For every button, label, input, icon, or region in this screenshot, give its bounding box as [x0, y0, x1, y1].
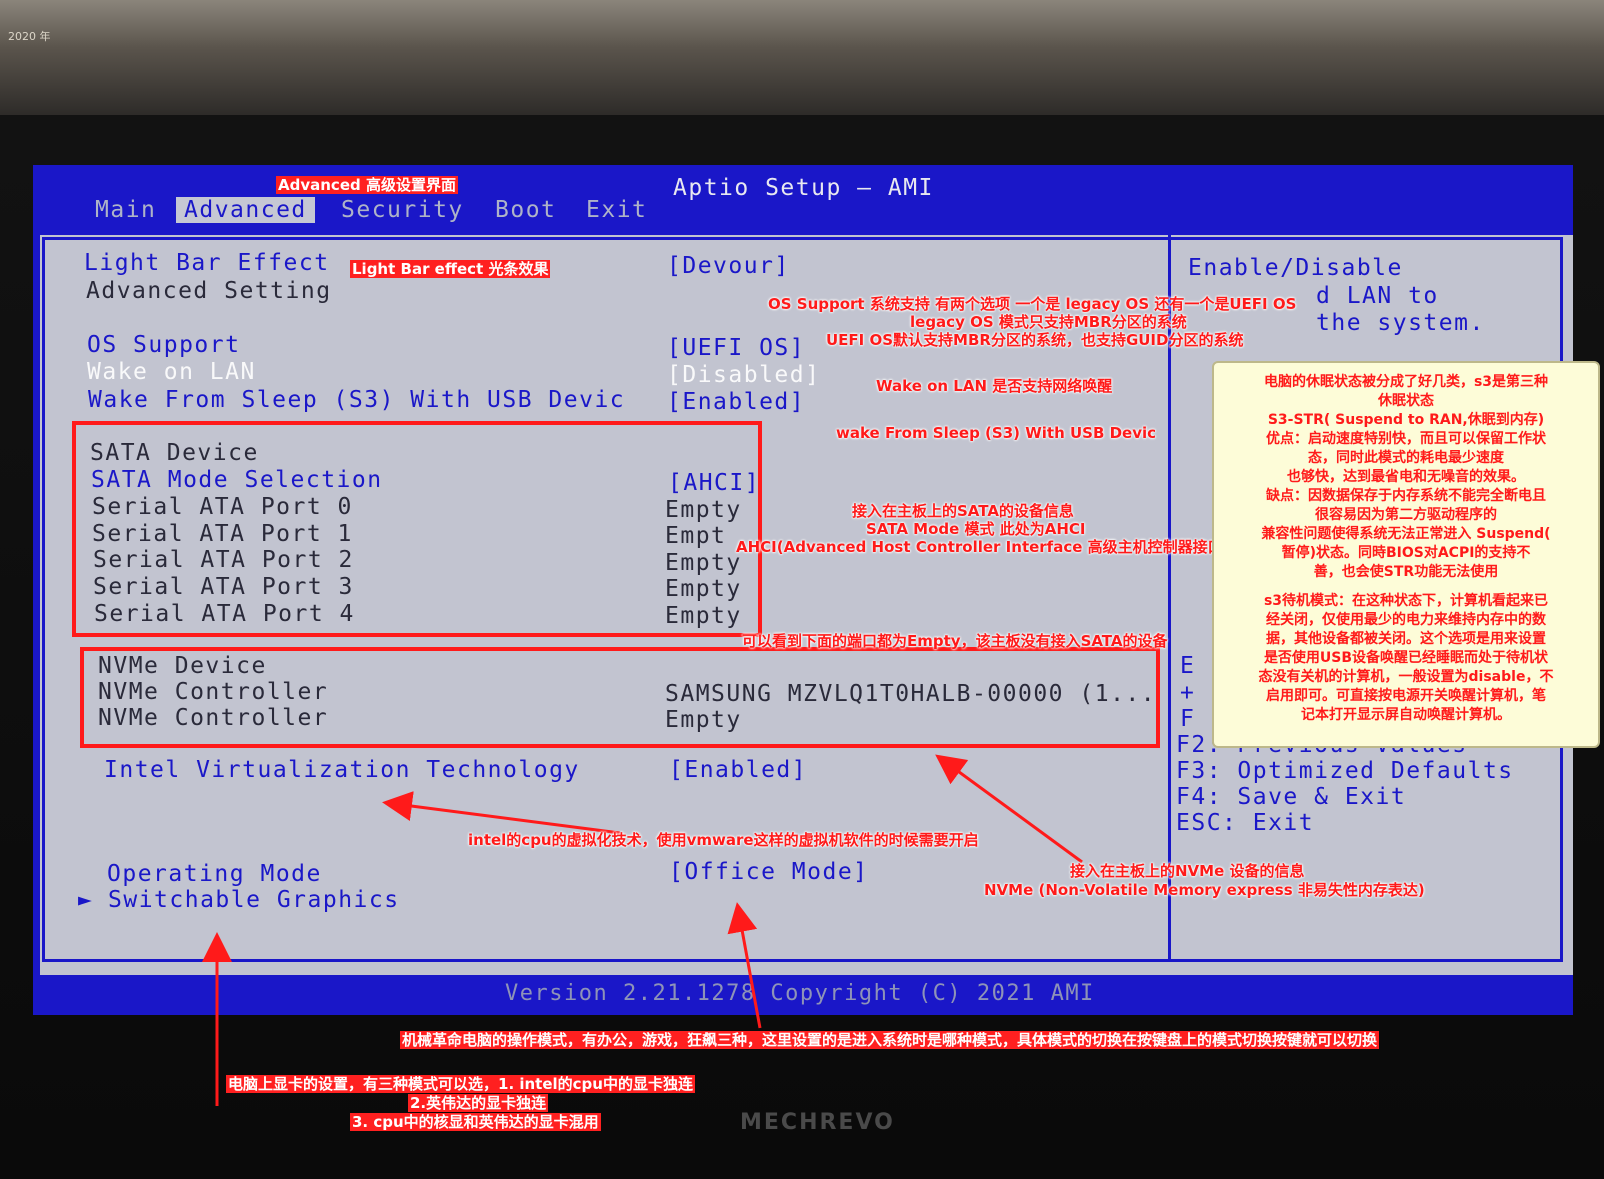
note-line: 是否使用USB设备唤醒已经睡眠而处于待机状 [1263, 650, 1549, 666]
note-line: 据，其他设备都被关闭。这个选项是用来设置 [1266, 631, 1546, 647]
note-line: 电脑的休眠状态被分成了好几类，s3是第三种 [1263, 374, 1549, 390]
vt-arrow [382, 791, 621, 835]
annotation-graphics-3-text: 3. cpu中的核显和英伟达的显卡混用 [350, 1113, 601, 1131]
note-line: 也够快，达到最省电和无噪音的效果。 [1287, 469, 1525, 485]
op-mode-arrow [727, 902, 762, 1029]
annotation-light-bar: Light Bar effect 光条效果 [350, 260, 551, 278]
note-line: 兼容性问题使得系统无法正常进入 Suspend( [1261, 526, 1551, 542]
note-spacer [1222, 582, 1590, 592]
annotation-advanced: Advanced 高级设置界面 [276, 176, 458, 194]
note-line: 态没有关机的计算机，一般设置为disable，不 [1258, 669, 1554, 685]
annotation-wake-s3: wake From Sleep (S3) With USB Devic [836, 424, 1157, 442]
note-line: 优点：启动速度特别快，而且可以保留工作状 [1266, 431, 1546, 447]
annotation-graphics-2: 2.英伟达的显卡独连 [408, 1094, 549, 1112]
annotation-advanced-text: Advanced 高级设置界面 [276, 176, 458, 194]
note-line: 善，也会使STR功能无法使用 [1313, 564, 1499, 580]
annotation-sata-3: AHCI(Advanced Host Controller Interface … [736, 538, 1230, 556]
note-line: 启用即可。可直接按电源开关唤醒计算机，笔 [1266, 688, 1546, 704]
annotation-vt: intel的cpu的虚拟化技术，使用vmware这样的虚拟机软件的时候需要开启 [468, 831, 979, 849]
annotation-graphics-3: 3. cpu中的核显和英伟达的显卡混用 [350, 1113, 601, 1131]
note-line: 缺点：因数据保存于内存系统不能完全断电且 [1266, 488, 1546, 504]
annotation-nvme-1: 接入在主板上的NVMe 设备的信息 [1070, 862, 1305, 880]
note-line: 很容易因为第二方驱动程序的 [1315, 507, 1497, 523]
annotation-sata-empty: 可以看到下面的端口都为Empty，该主板没有接入SATA的设备 [742, 632, 1168, 650]
annotation-op-mode-text: 机械革命电脑的操作模式，有办公，游戏，狂飙三种，这里设置的是进入系统时是哪种模式… [400, 1031, 1380, 1049]
note-line: 休眠状态 [1378, 393, 1434, 409]
annotation-os-support-2: legacy OS 模式只支持MBR分区的系统 [910, 313, 1187, 331]
annotation-os-support-1: OS Support 系统支持 有两个选项 一个是 legacy OS 还有一个… [768, 295, 1297, 313]
note-line: 暂停)状态。同時BIOS对ACPI的支持不 [1281, 545, 1531, 561]
s3-sleep-note: 电脑的休眠状态被分成了好几类，s3是第三种 休眠状态 S3-STR( Suspe… [1212, 361, 1600, 748]
note-line: 记本打开显示屏自动唤醒计算机。 [1301, 707, 1511, 723]
annotation-sata-2: SATA Mode 模式 此处为AHCI [866, 520, 1086, 538]
note-line: 经关闭，仅使用最少的电力来维持内存中的数 [1266, 612, 1546, 628]
annotation-graphics-2-text: 2.英伟达的显卡独连 [408, 1094, 549, 1112]
note-line: 态，同时此模式的耗电最少速度 [1308, 450, 1504, 466]
annotation-os-support-3: UEFI OS默认支持MBR分区的系统，也支持GUID分区的系统 [826, 331, 1244, 349]
note-line: S3-STR( Suspend to RAN,休眠到内存) [1267, 412, 1545, 428]
annotation-nvme-2: NVMe (Non-Volatile Memory express 非易失性内存… [984, 881, 1425, 899]
annotation-graphics-1-text: 电脑上显卡的设置，有三种模式可以选，1. intel的cpu中的显卡独连 [226, 1075, 695, 1093]
annotation-sata-1: 接入在主板上的SATA的设备信息 [852, 502, 1074, 520]
annotation-op-mode: 机械革命电脑的操作模式，有办公，游戏，狂飙三种，这里设置的是进入系统时是哪种模式… [400, 1031, 1380, 1049]
note-line: s3待机模式：在这种状态下，计算机看起来已 [1263, 593, 1549, 609]
annotation-light-bar-text: Light Bar effect 光条效果 [350, 260, 551, 278]
annotation-graphics-1: 电脑上显卡的设置，有三种模式可以选，1. intel的cpu中的显卡独连 [226, 1075, 695, 1093]
annotation-wake-lan: Wake on LAN 是否支持网络唤醒 [876, 377, 1113, 395]
